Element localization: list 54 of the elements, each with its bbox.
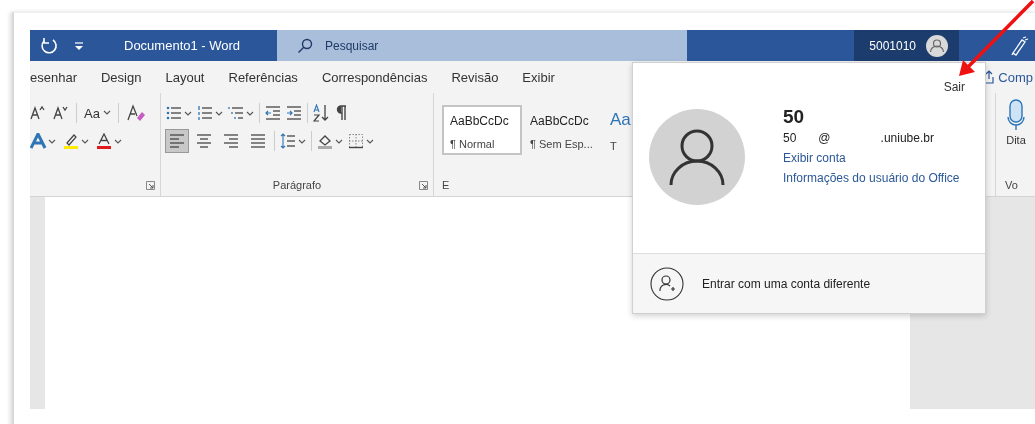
- account-link[interactable]: Exibir conta: [783, 151, 960, 165]
- ribbon-tab[interactable]: Referências: [216, 65, 310, 89]
- clear-formatting-icon[interactable]: [125, 104, 146, 122]
- style-tile[interactable]: AaBbCcDc ¶ Sem Esp...: [522, 105, 602, 155]
- email-text: 50: [783, 131, 797, 145]
- grow-font-icon[interactable]: [30, 105, 46, 121]
- sign-out-link[interactable]: Sair: [943, 80, 965, 94]
- decrease-indent-icon[interactable]: [265, 105, 281, 121]
- group-label: Parágrafo: [272, 179, 322, 191]
- undo-icon[interactable]: [38, 35, 60, 56]
- caret-icon: [102, 110, 111, 116]
- group-label: Vo: [1005, 179, 1018, 191]
- font-color-icon[interactable]: [96, 133, 122, 149]
- style-tile[interactable]: AaBbCcDc ¶ Normal: [442, 105, 522, 155]
- ribbon-tab[interactable]: Layout: [153, 65, 217, 89]
- microphone-icon: [1007, 99, 1025, 131]
- pilcrow-icon[interactable]: [336, 105, 348, 121]
- ribbon-tab[interactable]: Design: [89, 65, 154, 89]
- dialog-launcher-icon[interactable]: [146, 181, 155, 190]
- switch-account-item[interactable]: Entrar com uma conta diferente: [633, 254, 985, 313]
- ribbon-tab[interactable]: Correspondências: [309, 65, 440, 89]
- highlighter-icon[interactable]: [63, 133, 89, 149]
- dictate-button[interactable]: Dita: [1005, 99, 1027, 146]
- search-field[interactable]: Pesquisar: [277, 30, 687, 61]
- ribbon-tab[interactable]: Exibir: [510, 65, 567, 89]
- borders-icon[interactable]: [348, 133, 374, 149]
- numbering-icon[interactable]: [197, 105, 223, 121]
- email-text: @: [818, 131, 831, 145]
- avatar-icon: [926, 34, 948, 57]
- text-effects-icon[interactable]: [30, 133, 56, 149]
- dialog-launcher-icon[interactable]: [419, 181, 428, 190]
- customize-menu-icon[interactable]: [74, 40, 84, 51]
- add-person-icon: [650, 266, 684, 301]
- window-title: Documento1 - Word: [124, 38, 242, 53]
- multilevel-list-icon[interactable]: [228, 105, 254, 121]
- change-case-button[interactable]: Aa: [84, 105, 111, 121]
- ribbon-tab[interactable]: esenhar: [30, 65, 89, 89]
- bullets-icon[interactable]: [166, 105, 192, 121]
- group-label: E: [442, 179, 450, 191]
- pen-icon[interactable]: [1009, 35, 1029, 56]
- avatar-icon: [649, 109, 745, 205]
- user-name: 50: [783, 106, 806, 128]
- shading-icon[interactable]: [317, 133, 343, 149]
- sort-icon[interactable]: [313, 104, 331, 122]
- share-button[interactable]: Comp: [984, 69, 1035, 85]
- account-link[interactable]: Informações do usuário do Office: [783, 171, 960, 185]
- align-left-button[interactable]: [166, 130, 188, 152]
- shrink-font-icon[interactable]: [53, 105, 69, 121]
- increase-indent-icon[interactable]: [286, 105, 302, 121]
- email-text: .uniube.br: [880, 131, 934, 145]
- line-spacing-icon[interactable]: [280, 133, 306, 149]
- account-button[interactable]: 5001010: [854, 30, 959, 61]
- ribbon-tab[interactable]: Revisão: [439, 65, 511, 89]
- share-icon: [984, 70, 995, 84]
